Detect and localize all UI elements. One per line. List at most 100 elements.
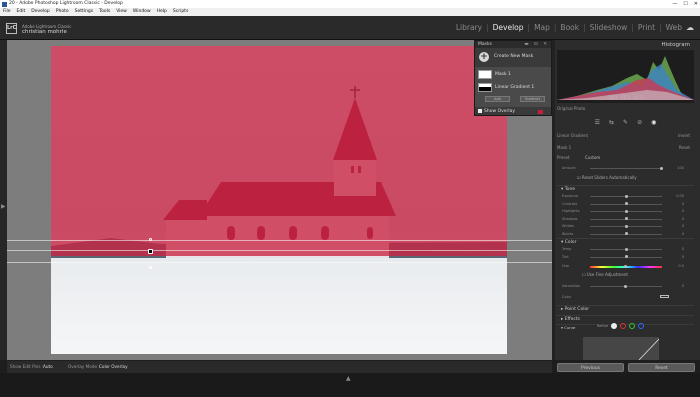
curve-rgb-dot-icon[interactable]	[611, 323, 618, 329]
readout-r: 54.2	[608, 95, 618, 100]
redeye-tool-icon[interactable]: ⊘	[637, 118, 642, 128]
saturation-slider-knob[interactable]	[624, 284, 627, 288]
histogram-header[interactable]: Histogram	[552, 42, 700, 48]
tone-slider-value[interactable]: 0	[682, 202, 684, 206]
color-slider-value[interactable]: 0	[682, 247, 684, 251]
tone-slider-knob[interactable]	[624, 224, 628, 228]
menu-view[interactable]: View	[116, 8, 127, 16]
tone-slider-knob[interactable]	[624, 232, 628, 235]
image-view[interactable]	[7, 40, 552, 360]
invert-checkbox[interactable]: Invert	[678, 133, 690, 138]
photo-canvas[interactable]	[51, 46, 507, 354]
color-slider-row: Temp 0	[562, 247, 690, 252]
module-web[interactable]: Web	[666, 23, 682, 32]
tone-slider-knob[interactable]	[624, 217, 628, 220]
healing-tool-icon[interactable]: ✎	[623, 118, 628, 128]
menu-scripts[interactable]: Scripts	[173, 8, 188, 16]
tone-slider-value[interactable]: 0	[682, 209, 684, 213]
tone-slider-value[interactable]: 0.00	[676, 194, 684, 198]
color-slider-value[interactable]: 0	[682, 255, 684, 259]
overlay-color-swatch[interactable]	[538, 110, 543, 114]
fine-adjust-label: Use Fine Adjustment	[586, 272, 628, 277]
menu-photo[interactable]: Photo	[56, 8, 69, 16]
menu-window[interactable]: Window	[133, 8, 151, 16]
show-edit-pins-dropdown[interactable]: Auto	[43, 361, 53, 373]
show-overlay-checkbox[interactable]	[478, 108, 482, 113]
previous-button[interactable]: Previous	[557, 363, 624, 372]
mask-reset-link[interactable]: Reset	[679, 145, 690, 150]
tone-slider-knob[interactable]	[624, 209, 628, 213]
left-panel-toggle-icon[interactable]: ▶	[1, 203, 6, 210]
color-slider-label: Temp	[562, 247, 572, 251]
reset-button[interactable]: Reset	[628, 363, 695, 372]
gradient-bottom-handle[interactable]	[149, 266, 152, 269]
menu-tools[interactable]: Tools	[99, 8, 110, 16]
minimize-button[interactable]: —	[672, 0, 677, 8]
tone-section-header[interactable]: ▾ Tone	[557, 185, 694, 192]
subtract-component-button[interactable]: Subtract	[520, 96, 545, 102]
maximize-button[interactable]: ☐	[683, 0, 687, 8]
point-color-section-header[interactable]: ▸ Point Color	[557, 305, 694, 312]
gradient-guide-line-bottom[interactable]	[7, 262, 552, 263]
menu-develop[interactable]: Develop	[31, 8, 50, 16]
module-map[interactable]: Map	[534, 23, 550, 32]
effects-section-header[interactable]: ▸ Effects	[557, 315, 694, 322]
amount-slider-track[interactable]	[590, 168, 662, 169]
component-name[interactable]: Linear Gradient 1	[495, 85, 534, 90]
refine-label: Refine	[597, 324, 609, 328]
gradient-guide-line-center[interactable]	[7, 250, 552, 251]
tone-slider-value[interactable]: 0	[682, 217, 684, 221]
module-slideshow[interactable]: Slideshow	[590, 23, 628, 32]
crop-tool-icon[interactable]: ⇆	[609, 118, 614, 128]
fine-adjust-row[interactable]: ☐ Use Fine Adjustment	[582, 272, 700, 277]
tone-slider-value[interactable]: 0	[682, 232, 684, 236]
tone-slider-label: Shadows	[562, 216, 578, 221]
gradient-rotate-handle[interactable]	[149, 238, 152, 241]
component-thumbnail	[478, 83, 492, 92]
masks-panel-controls[interactable]: ▬ ⊡ ✕	[524, 41, 549, 48]
module-book[interactable]: Book	[560, 23, 579, 32]
tone-slider-row: Shadows 0	[562, 217, 690, 222]
filmstrip-toggle-icon[interactable]: ▲	[346, 375, 351, 382]
menu-edit[interactable]: Edit	[17, 8, 26, 16]
gradient-guide-line-top[interactable]	[7, 240, 552, 241]
module-develop[interactable]: Develop	[493, 23, 524, 32]
preset-dropdown[interactable]: Custom	[585, 155, 600, 160]
menu-help[interactable]: Help	[157, 8, 167, 16]
overlay-mode-dropdown[interactable]: Color Overlay	[99, 361, 128, 373]
add-component-button[interactable]: Add	[485, 96, 510, 102]
mask-type-label: Linear Gradient	[557, 133, 589, 138]
color-slider-knob[interactable]	[624, 255, 628, 258]
amount-value[interactable]: 100	[677, 166, 684, 170]
mask-edit-pin[interactable]	[148, 249, 153, 254]
mask-list-item[interactable]: Mask 1 Linear Gradient 1 Add Subtract	[475, 67, 551, 107]
amount-slider-knob[interactable]	[660, 166, 663, 170]
color-swatch[interactable]	[660, 295, 669, 298]
create-new-mask-button[interactable]: + Create New Mask	[475, 49, 551, 65]
tone-slider-row: Highlights 0	[562, 209, 690, 214]
tone-slider-knob[interactable]	[624, 194, 628, 198]
module-print[interactable]: Print	[638, 23, 655, 32]
tone-slider-row: Blacks 0	[562, 232, 690, 237]
cloud-sync-icon[interactable]: ☁	[686, 23, 694, 32]
close-button[interactable]: ✕	[694, 0, 698, 8]
menu-file[interactable]: File	[3, 8, 11, 16]
curve-green-dot-icon[interactable]	[629, 323, 636, 329]
tone-slider-knob[interactable]	[624, 202, 628, 205]
tone-curve[interactable]	[583, 337, 659, 360]
edit-tool-icon[interactable]: ☰	[595, 118, 600, 128]
color-slider-knob[interactable]	[624, 247, 628, 251]
module-library[interactable]: Library	[456, 23, 482, 32]
masking-tool-icon[interactable]: ◉	[651, 118, 656, 128]
curve-blue-dot-icon[interactable]	[638, 323, 645, 329]
color-section-header[interactable]: ▾ Color	[557, 238, 694, 245]
original-photo-toggle[interactable]: Original Photo	[557, 106, 585, 111]
curve-red-dot-icon[interactable]	[620, 323, 627, 329]
auto-reset-row[interactable]: ☑ Reset Sliders Automatically	[577, 175, 700, 180]
readout-b: 42.3	[633, 95, 643, 100]
hue-slider-knob[interactable]	[624, 264, 627, 268]
menu-settings[interactable]: Settings	[75, 8, 93, 16]
saturation-value[interactable]: 0	[682, 284, 684, 288]
hue-value[interactable]: 0.0	[678, 264, 684, 268]
tone-slider-value[interactable]: 0	[682, 224, 684, 228]
